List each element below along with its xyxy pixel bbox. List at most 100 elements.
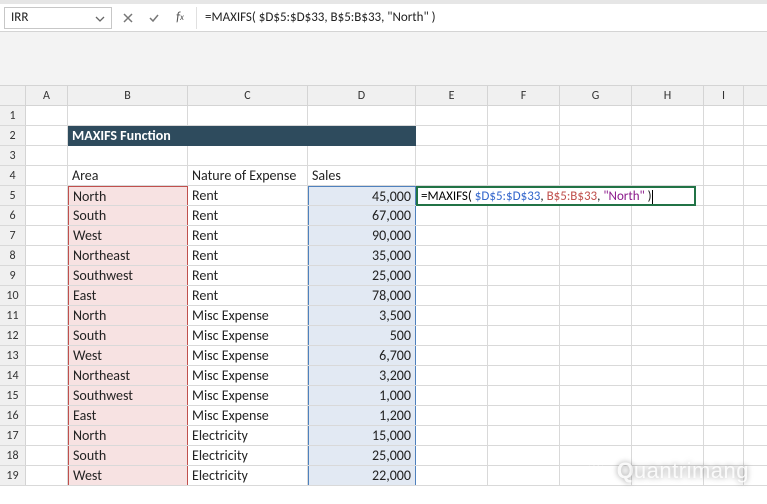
col-header[interactable]: B: [68, 86, 188, 105]
cell[interactable]: [26, 446, 68, 465]
cell[interactable]: Misc Expense: [188, 406, 308, 425]
cell[interactable]: [632, 206, 704, 225]
cell[interactable]: [704, 286, 744, 305]
cell[interactable]: Northeast: [68, 366, 188, 385]
cell[interactable]: Rent: [188, 226, 308, 245]
cell[interactable]: [704, 386, 744, 405]
cell[interactable]: [632, 246, 704, 265]
cell[interactable]: [704, 346, 744, 365]
cell[interactable]: [416, 326, 488, 345]
cell[interactable]: [560, 326, 632, 345]
cell[interactable]: [488, 266, 560, 285]
col-header[interactable]: C: [188, 86, 308, 105]
cell[interactable]: [488, 246, 560, 265]
cell[interactable]: Rent: [188, 206, 308, 225]
cell[interactable]: West: [68, 466, 188, 485]
col-header[interactable]: G: [560, 86, 632, 105]
cell[interactable]: [488, 406, 560, 425]
cell[interactable]: [632, 266, 704, 285]
row-header[interactable]: 4: [0, 166, 26, 185]
cell[interactable]: [416, 266, 488, 285]
cell[interactable]: [488, 466, 560, 485]
col-header[interactable]: I: [704, 86, 744, 105]
cell[interactable]: [488, 366, 560, 385]
cell[interactable]: [26, 466, 68, 485]
cell[interactable]: Misc Expense: [188, 326, 308, 345]
cell[interactable]: [416, 166, 488, 185]
cell[interactable]: [560, 226, 632, 245]
cell[interactable]: [560, 146, 632, 165]
cell[interactable]: [26, 346, 68, 365]
cell[interactable]: 1,000: [308, 386, 416, 405]
cell[interactable]: 25,000: [308, 446, 416, 465]
cell[interactable]: [416, 386, 488, 405]
row-header[interactable]: 17: [0, 426, 26, 445]
chevron-down-icon[interactable]: [95, 13, 105, 23]
cell[interactable]: [632, 346, 704, 365]
cell[interactable]: Northeast: [68, 246, 188, 265]
cell[interactable]: [26, 366, 68, 385]
cell[interactable]: [26, 126, 68, 145]
cell[interactable]: [416, 366, 488, 385]
cell[interactable]: 22,000: [308, 466, 416, 485]
cell[interactable]: [704, 366, 744, 385]
cell[interactable]: [488, 126, 560, 145]
cell[interactable]: [188, 106, 308, 125]
cell[interactable]: [704, 186, 744, 205]
cell[interactable]: [26, 406, 68, 425]
col-header[interactable]: D: [308, 86, 416, 105]
cell[interactable]: [416, 126, 488, 145]
formula-input[interactable]: =MAXIFS( $D$5:$D$33, B$5:B$33, "North" ): [197, 7, 767, 29]
row-header[interactable]: 6: [0, 206, 26, 225]
cell[interactable]: [632, 386, 704, 405]
col-header[interactable]: F: [488, 86, 560, 105]
cell[interactable]: [68, 146, 188, 165]
row-header[interactable]: 9: [0, 266, 26, 285]
row-header[interactable]: 5: [0, 186, 26, 205]
cell[interactable]: [416, 446, 488, 465]
cell[interactable]: [632, 406, 704, 425]
cell[interactable]: [488, 326, 560, 345]
cell[interactable]: [416, 206, 488, 225]
cell[interactable]: Sales: [308, 166, 416, 185]
cell[interactable]: [704, 166, 744, 185]
cell[interactable]: Electricity: [188, 446, 308, 465]
row-header[interactable]: 18: [0, 446, 26, 465]
cell[interactable]: [26, 326, 68, 345]
cell[interactable]: [488, 286, 560, 305]
cell[interactable]: Southwest: [68, 266, 188, 285]
cell[interactable]: [560, 266, 632, 285]
cell[interactable]: [26, 166, 68, 185]
row-header[interactable]: 13: [0, 346, 26, 365]
row-header[interactable]: 7: [0, 226, 26, 245]
cell[interactable]: 67,000: [308, 206, 416, 225]
cell[interactable]: [416, 106, 488, 125]
cell[interactable]: South: [68, 326, 188, 345]
cell[interactable]: [26, 246, 68, 265]
cell[interactable]: Misc Expense: [188, 346, 308, 365]
cell[interactable]: North: [68, 306, 188, 325]
cell[interactable]: [560, 406, 632, 425]
cell[interactable]: [488, 426, 560, 445]
col-header[interactable]: A: [26, 86, 68, 105]
row-header[interactable]: 1: [0, 106, 26, 125]
cell[interactable]: 1,200: [308, 406, 416, 425]
cell[interactable]: [26, 106, 68, 125]
cell[interactable]: 500: [308, 326, 416, 345]
cell[interactable]: [416, 346, 488, 365]
cell[interactable]: Misc Expense: [188, 306, 308, 325]
cell[interactable]: Nature of Expense: [188, 166, 308, 185]
cell[interactable]: [560, 286, 632, 305]
cell[interactable]: [704, 226, 744, 245]
row-header[interactable]: 14: [0, 366, 26, 385]
cell[interactable]: [26, 226, 68, 245]
cell[interactable]: [560, 206, 632, 225]
cell[interactable]: [488, 226, 560, 245]
cell[interactable]: West: [68, 226, 188, 245]
cell[interactable]: [416, 426, 488, 445]
cell[interactable]: [26, 146, 68, 165]
cell[interactable]: Misc Expense: [188, 386, 308, 405]
cell[interactable]: [560, 126, 632, 145]
cell[interactable]: [632, 426, 704, 445]
col-header[interactable]: E: [416, 86, 488, 105]
